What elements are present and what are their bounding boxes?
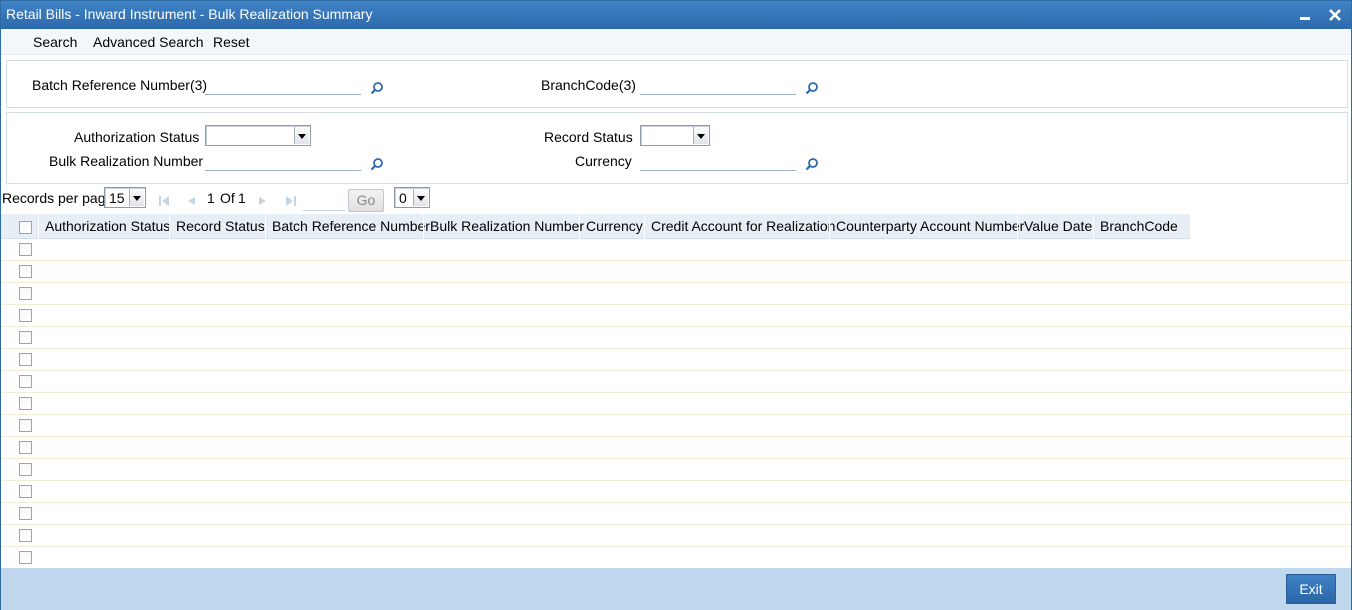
last-page-icon[interactable] (285, 195, 297, 207)
chevron-down-icon (413, 189, 428, 206)
row-checkbox[interactable] (19, 441, 32, 454)
mandatory-criteria-panel: Batch Reference Number(3) BranchCode(3) (6, 60, 1348, 108)
bulk-realization-label: Bulk Realization Number (49, 153, 204, 169)
table-row[interactable] (1, 327, 1351, 349)
select-all-checkbox[interactable] (19, 221, 32, 234)
table-row[interactable] (1, 393, 1351, 415)
branch-code-lookup-icon[interactable] (805, 81, 819, 95)
summary-window: Retail Bills - Inward Instrument - Bulk … (0, 0, 1352, 610)
extra-page-select-value: 0 (399, 190, 407, 206)
batch-reference-input[interactable] (205, 75, 361, 95)
col-value-date[interactable]: Value Date (1017, 214, 1092, 239)
chevron-down-icon (294, 127, 309, 144)
record-status-label: Record Status (544, 129, 633, 145)
grid-header: Authorization Status Record Status Batch… (1, 214, 1190, 239)
page-of-label: Of (220, 190, 235, 206)
results-grid: Authorization Status Record Status Batch… (1, 214, 1351, 568)
records-per-page-value: 15 (109, 190, 125, 206)
close-button[interactable] (1325, 5, 1345, 25)
title-bar: Retail Bills - Inward Instrument - Bulk … (1, 1, 1351, 29)
col-batch-reference-number[interactable]: Batch Reference Number (265, 214, 430, 239)
authorization-status-select[interactable] (205, 125, 311, 146)
optional-criteria-panel: Authorization Status Record Status Bulk … (6, 112, 1348, 184)
records-per-page-label: Records per page (2, 190, 114, 206)
pagination-bar: Records per page 15 1 Of 1 Go 0 (1, 186, 1351, 214)
menu-bar: Search Advanced Search Reset (1, 29, 1351, 55)
go-button[interactable]: Go (348, 189, 384, 212)
row-checkbox[interactable] (19, 353, 32, 366)
footer-bar: Exit (1, 568, 1351, 610)
minimize-icon (1300, 16, 1310, 20)
table-row[interactable] (1, 481, 1351, 503)
total-pages: 1 (238, 190, 246, 206)
row-checkbox[interactable] (19, 375, 32, 388)
batch-reference-lookup-icon[interactable] (370, 81, 384, 95)
advanced-search-menu-item[interactable]: Advanced Search (93, 34, 204, 50)
table-row[interactable] (1, 525, 1351, 547)
batch-reference-label: Batch Reference Number(3) (32, 77, 208, 93)
row-checkbox[interactable] (19, 309, 32, 322)
row-checkbox[interactable] (19, 397, 32, 410)
col-currency[interactable]: Currency (579, 214, 643, 239)
table-row[interactable] (1, 437, 1351, 459)
previous-page-icon[interactable] (185, 195, 197, 207)
extra-page-select[interactable]: 0 (394, 187, 430, 208)
table-row[interactable] (1, 261, 1351, 283)
table-row[interactable] (1, 415, 1351, 437)
col-authorization-status[interactable]: Authorization Status (38, 214, 170, 239)
col-branch-code[interactable]: BranchCode (1093, 214, 1178, 239)
row-checkbox[interactable] (19, 331, 32, 344)
row-checkbox[interactable] (19, 529, 32, 542)
row-checkbox[interactable] (19, 243, 32, 256)
col-credit-account[interactable]: Credit Account for Realization (644, 214, 835, 239)
authorization-status-label: Authorization Status (74, 129, 200, 145)
row-checkbox[interactable] (19, 485, 32, 498)
row-checkbox[interactable] (19, 507, 32, 520)
bulk-realization-input[interactable] (205, 151, 361, 171)
exit-button[interactable]: Exit (1286, 574, 1336, 604)
records-per-page-select[interactable]: 15 (104, 187, 146, 208)
record-status-select[interactable] (640, 125, 710, 146)
col-bulk-realization-number[interactable]: Bulk Realization Number (423, 214, 584, 239)
minimize-button[interactable] (1295, 5, 1315, 25)
branch-code-label: BranchCode(3) (541, 77, 636, 93)
currency-label: Currency (575, 153, 632, 169)
row-checkbox[interactable] (19, 287, 32, 300)
table-row[interactable] (1, 283, 1351, 305)
currency-lookup-icon[interactable] (805, 157, 819, 171)
col-counterparty-account[interactable]: Counterparty Account Number (829, 214, 1024, 239)
bulk-realization-lookup-icon[interactable] (370, 157, 384, 171)
window-title: Retail Bills - Inward Instrument - Bulk … (6, 6, 373, 22)
first-page-icon[interactable] (158, 195, 170, 207)
currency-input[interactable] (640, 151, 796, 171)
table-row[interactable] (1, 349, 1351, 371)
chevron-down-icon (129, 189, 144, 206)
current-page: 1 (207, 190, 215, 206)
next-page-icon[interactable] (257, 195, 269, 207)
branch-code-input[interactable] (640, 75, 796, 95)
table-row[interactable] (1, 547, 1351, 568)
table-row[interactable] (1, 371, 1351, 393)
chevron-down-icon (693, 127, 708, 144)
row-checkbox[interactable] (19, 419, 32, 432)
row-checkbox[interactable] (19, 265, 32, 278)
table-row[interactable] (1, 459, 1351, 481)
table-row[interactable] (1, 239, 1351, 261)
go-to-page-input[interactable] (303, 191, 345, 211)
row-checkbox[interactable] (19, 463, 32, 476)
search-menu-item[interactable]: Search (33, 34, 77, 50)
reset-menu-item[interactable]: Reset (213, 34, 250, 50)
table-row[interactable] (1, 503, 1351, 525)
close-icon (1329, 9, 1341, 21)
col-record-status[interactable]: Record Status (169, 214, 265, 239)
table-row[interactable] (1, 305, 1351, 327)
row-checkbox[interactable] (19, 551, 32, 564)
